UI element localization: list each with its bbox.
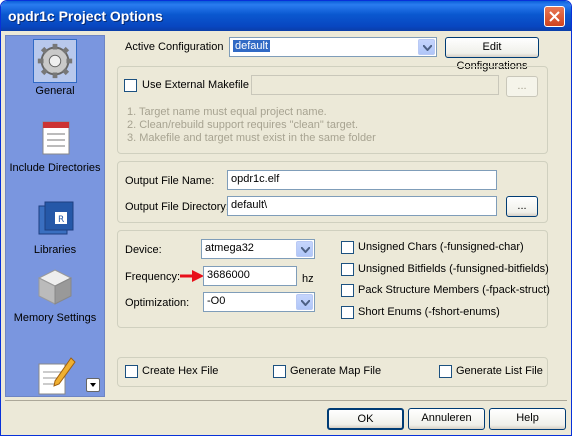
frequency-unit: hz [302, 273, 314, 285]
makefile-note: 2. Clean/rebuild support requires "clean… [127, 119, 358, 131]
active-configuration-select[interactable]: default [229, 37, 437, 57]
generate-list-file-label: Generate List File [456, 365, 543, 377]
output-directory-browse-button[interactable]: ... [506, 196, 538, 217]
unsigned-chars-checkbox[interactable] [341, 241, 354, 254]
edit-configurations-button[interactable]: Edit Configurations [445, 37, 539, 72]
sidebar-item-libraries[interactable]: R Libraries [6, 198, 104, 256]
chevron-down-icon [301, 247, 310, 253]
red-arrow-icon [180, 270, 204, 282]
dropdown-arrow [296, 294, 313, 310]
unsigned-chars-label: Unsigned Chars (-funsigned-char) [358, 241, 524, 253]
window-title: opdr1c Project Options [8, 8, 163, 24]
sidebar: General Include Directories R Libraries [5, 35, 105, 397]
output-file-name-input[interactable]: opdr1c.elf [227, 170, 497, 190]
makefile-note: 3. Makefile and target must exist in the… [127, 132, 376, 144]
sidebar-item-label: Libraries [33, 244, 77, 256]
active-configuration-label: Active Configuration [125, 41, 224, 53]
title-bar: opdr1c Project Options [1, 1, 571, 31]
include-directories-icon [42, 121, 70, 155]
frequency-label: Frequency: [125, 271, 181, 283]
device-select[interactable]: atmega32 [201, 239, 315, 259]
use-external-makefile-label: Use External Makefile [142, 79, 249, 91]
libraries-icon: R [38, 201, 74, 235]
dropdown-arrow [296, 241, 313, 257]
sidebar-item-label: Include Directories [9, 162, 101, 174]
project-options-dialog: opdr1c Project Options General Include D… [0, 0, 572, 436]
generate-list-file-checkbox[interactable] [439, 365, 452, 378]
gear-icon [33, 39, 77, 83]
dropdown-arrow [418, 39, 435, 55]
help-button[interactable]: Help [489, 408, 566, 430]
output-file-name-label: Output File Name: [125, 175, 215, 187]
makefile-note: 1. Target name must equal project name. [127, 106, 327, 118]
divider [5, 400, 567, 401]
custom-options-icon [38, 357, 76, 395]
makefile-browse-button[interactable]: ... [506, 76, 538, 97]
chevron-down-icon [90, 383, 96, 387]
close-button[interactable] [544, 6, 565, 27]
unsigned-bitfields-label: Unsigned Bitfields (-funsigned-bitfields… [358, 263, 549, 275]
pack-structure-members-label: Pack Structure Members (-fpack-struct) [358, 284, 550, 296]
output-file-directory-label: Output File Directory: [125, 201, 229, 213]
cancel-button[interactable]: Annuleren [408, 408, 485, 430]
unsigned-bitfields-checkbox[interactable] [341, 263, 354, 276]
sidebar-item-include-directories[interactable]: Include Directories [6, 116, 104, 174]
sidebar-item-label: General [35, 85, 75, 97]
pack-structure-members-checkbox[interactable] [341, 284, 354, 297]
generate-map-file-label: Generate Map File [290, 365, 382, 377]
makefile-path-input[interactable] [251, 75, 499, 95]
generate-map-file-checkbox[interactable] [273, 365, 286, 378]
use-external-makefile-checkbox[interactable] [124, 79, 137, 92]
chevron-down-icon [423, 45, 432, 51]
optimization-select[interactable]: -O0 [203, 292, 315, 312]
device-value: atmega32 [205, 242, 254, 254]
sidebar-scroll-button[interactable] [86, 378, 100, 392]
ok-button[interactable]: OK [327, 408, 404, 430]
close-icon [549, 11, 560, 22]
sidebar-item-general[interactable]: General [6, 39, 104, 97]
output-file-directory-input[interactable]: default\ [227, 196, 497, 216]
sidebar-item-label: Memory Settings [13, 312, 97, 324]
create-hex-file-checkbox[interactable] [125, 365, 138, 378]
optimization-label: Optimization: [125, 297, 190, 309]
create-hex-file-label: Create Hex File [142, 365, 219, 377]
device-label: Device: [125, 244, 162, 256]
short-enums-checkbox[interactable] [341, 306, 354, 319]
active-configuration-value: default [233, 40, 271, 52]
sidebar-item-memory-settings[interactable]: Memory Settings [6, 266, 104, 324]
chevron-down-icon [301, 300, 310, 306]
svg-text:R: R [58, 215, 64, 225]
short-enums-label: Short Enums (-fshort-enums) [358, 306, 500, 318]
optimization-value: -O0 [207, 295, 226, 307]
frequency-input[interactable]: 3686000 [203, 266, 297, 286]
memory-settings-icon [37, 269, 73, 305]
